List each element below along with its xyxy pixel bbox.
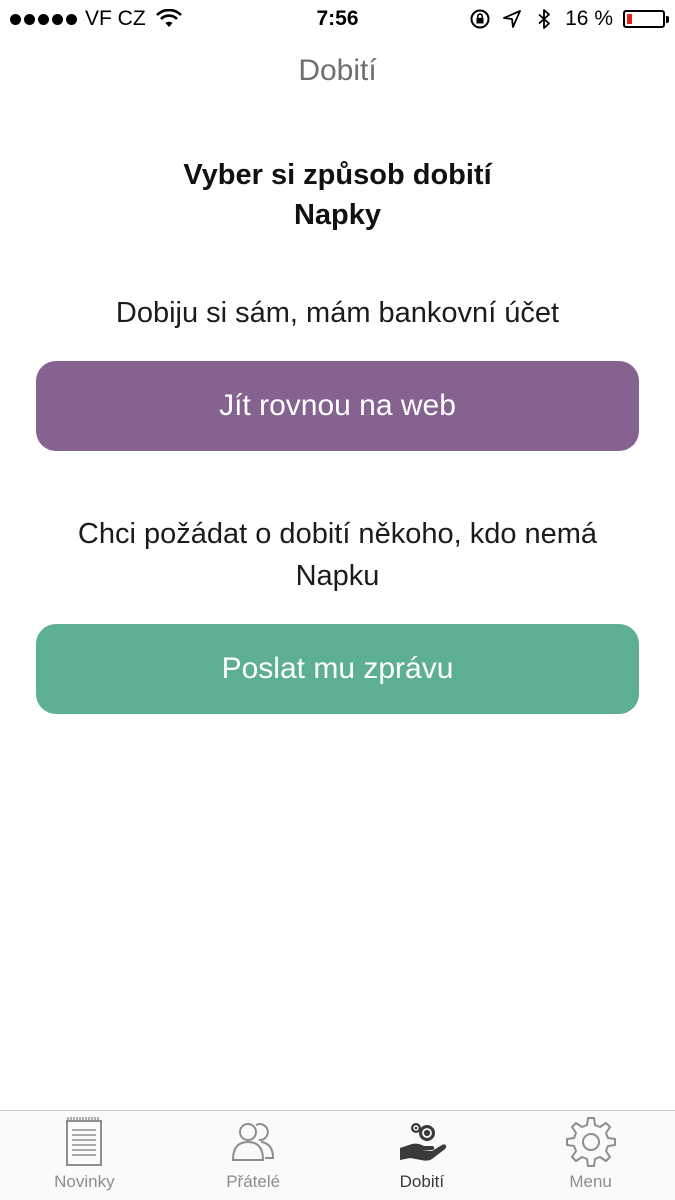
tab-label: Menu bbox=[569, 1172, 612, 1191]
tab-bar: Novinky Přátelé Dobití Menu bbox=[0, 1110, 675, 1200]
battery-icon bbox=[623, 10, 669, 28]
top-up-icon bbox=[399, 1123, 447, 1161]
tab-dobiti[interactable]: Dobití bbox=[338, 1111, 507, 1200]
option-request-line-1: Chci požádat o dobití někoho, kdo nemá bbox=[77, 518, 598, 550]
friends-icon bbox=[232, 1123, 275, 1161]
location-arrow-icon bbox=[503, 10, 522, 28]
gear-icon bbox=[565, 1117, 616, 1167]
send-message-button[interactable]: Poslat mu zprávu bbox=[36, 624, 639, 714]
rotation-lock-icon bbox=[470, 9, 490, 29]
page-title: Dobití bbox=[298, 54, 377, 87]
tab-label: Přátelé bbox=[226, 1172, 281, 1191]
screen: VF CZ 7:56 16 % Dobití Vyber si způsob d… bbox=[0, 0, 675, 1200]
status-bar: VF CZ 7:56 16 % bbox=[0, 0, 675, 40]
tab-label: Novinky bbox=[54, 1172, 115, 1191]
tab-menu[interactable]: Menu bbox=[506, 1111, 675, 1200]
go-to-web-button[interactable]: Jít rovnou na web bbox=[36, 361, 639, 451]
status-right: 16 % bbox=[469, 7, 669, 31]
bluetooth-icon bbox=[538, 9, 551, 29]
go-to-web-button-label: Jít rovnou na web bbox=[219, 389, 456, 422]
tab-pratele[interactable]: Přátelé bbox=[169, 1111, 338, 1200]
option-request-line-2: Napku bbox=[295, 560, 380, 592]
news-icon bbox=[66, 1117, 103, 1166]
tab-novinky[interactable]: Novinky bbox=[0, 1111, 169, 1200]
option-request-text: Chci požádat o dobití někoho, kdo nemá N… bbox=[40, 513, 635, 597]
send-message-button-label: Poslat mu zprávu bbox=[221, 652, 454, 685]
heading-line-2: Napky bbox=[293, 199, 382, 231]
battery-level-fill bbox=[627, 14, 632, 24]
main-heading: Vyber si způsob dobití Napky bbox=[60, 155, 615, 235]
battery-percent: 16 % bbox=[565, 7, 613, 30]
option-bank-text: Dobiju si sám, mám bankovní účet bbox=[115, 297, 560, 329]
tab-label: Dobití bbox=[399, 1172, 445, 1191]
heading-line-1: Vyber si způsob dobití bbox=[183, 159, 492, 191]
